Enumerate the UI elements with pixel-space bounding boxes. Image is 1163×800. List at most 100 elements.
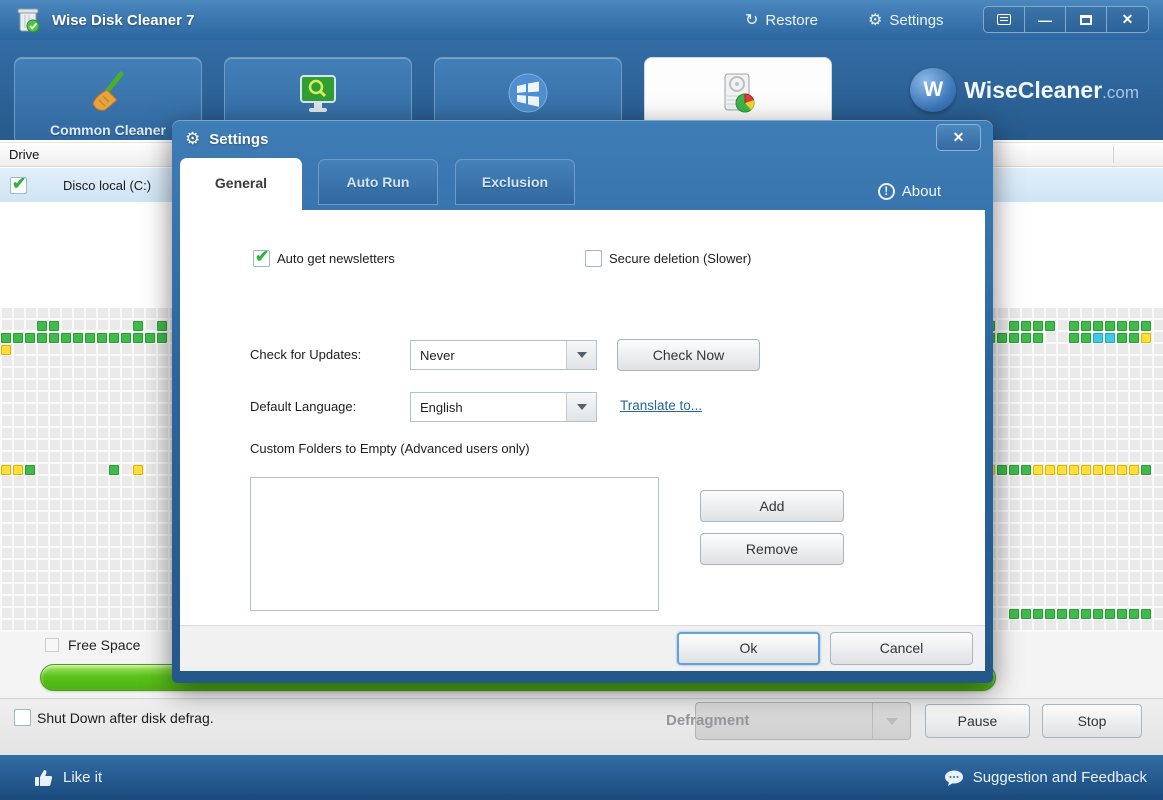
remove-folder-button[interactable]: Remove	[700, 533, 844, 565]
defrag-block	[1009, 321, 1019, 331]
report-icon	[997, 14, 1011, 25]
info-icon: !	[877, 183, 895, 200]
column-divider	[1113, 146, 1114, 163]
close-icon: ✕	[952, 129, 965, 145]
defrag-block	[133, 333, 143, 343]
shutdown-option[interactable]: Shut Down after disk defrag.	[14, 709, 214, 726]
defrag-block	[1129, 333, 1139, 343]
tab-exclusion-label: Exclusion	[481, 174, 549, 190]
restore-button[interactable]: ↻ Restore	[745, 0, 818, 40]
defrag-block	[1141, 333, 1151, 343]
titlebar: Wise Disk Cleaner 7 ↻ Restore ⚙ Settings…	[0, 0, 1163, 40]
close-button[interactable]: ✕	[1107, 7, 1148, 32]
defragment-button[interactable]: Defragment	[666, 702, 911, 740]
drive-checkbox[interactable]	[10, 174, 27, 194]
monitor-search-icon	[300, 75, 336, 112]
default-language-label: Default Language:	[250, 399, 357, 414]
translate-to-link[interactable]: Translate to...	[620, 398, 702, 413]
defrag-block	[1129, 321, 1139, 331]
shutdown-checkbox[interactable]	[14, 709, 31, 726]
defrag-block	[1093, 333, 1103, 343]
defrag-block	[1081, 333, 1091, 343]
remove-label: Remove	[745, 541, 799, 557]
cancel-button[interactable]: Cancel	[830, 632, 973, 665]
defrag-block	[1141, 465, 1151, 475]
auto-newsletters-option[interactable]: Auto get newsletters	[253, 247, 395, 267]
free-space-legend: Free Space	[45, 637, 140, 653]
wisecleaner-brand-link[interactable]: W WiseCleaner.com	[910, 68, 1139, 112]
secure-deletion-option[interactable]: Secure deletion (Slower)	[585, 250, 751, 267]
custom-folders-listbox[interactable]	[250, 477, 659, 611]
check-updates-dropdown[interactable]: Never	[410, 340, 597, 370]
defrag-block	[1093, 321, 1103, 331]
settings-button[interactable]: ⚙ Settings	[868, 0, 944, 40]
broom-icon	[92, 71, 124, 111]
defrag-block	[1045, 609, 1055, 619]
defrag-block	[1033, 609, 1043, 619]
defragment-dropdown[interactable]	[872, 703, 910, 739]
chevron-down-icon	[576, 352, 587, 358]
drive-column-header: Drive	[9, 147, 40, 162]
tab-general[interactable]: General	[180, 158, 302, 210]
defrag-block	[1033, 333, 1043, 343]
drive-name: Disco local (C:)	[63, 177, 152, 193]
dropdown-arrow-button[interactable]	[566, 341, 596, 369]
bottom-bar: Shut Down after disk defrag. Defragment …	[0, 698, 1163, 755]
defrag-block	[1069, 333, 1079, 343]
defrag-block	[25, 465, 35, 475]
defrag-block	[25, 333, 35, 343]
about-label: About	[901, 183, 941, 200]
free-space-label: Free Space	[68, 637, 141, 653]
default-language-value: English	[420, 400, 463, 415]
about-link[interactable]: ! About	[877, 183, 941, 200]
report-button[interactable]	[984, 7, 1025, 32]
defrag-block	[133, 465, 143, 475]
defrag-block	[1081, 321, 1091, 331]
secure-deletion-checkbox[interactable]	[585, 250, 602, 267]
thumbs-up-icon	[35, 769, 53, 786]
check-now-button[interactable]: Check Now	[617, 339, 760, 371]
secure-deletion-label: Secure deletion (Slower)	[609, 251, 752, 266]
settings-dialog: ⚙ Settings ✕ General Auto Run Exclusion …	[172, 120, 993, 683]
defrag-block	[13, 465, 23, 475]
gear-icon: ⚙	[868, 12, 883, 29]
settings-dialog-title: Settings	[209, 130, 269, 148]
ok-button[interactable]: Ok	[677, 632, 820, 665]
defrag-block	[1105, 333, 1115, 343]
add-label: Add	[759, 498, 785, 514]
dialog-close-button[interactable]: ✕	[936, 124, 981, 151]
stop-button[interactable]: Stop	[1042, 704, 1142, 738]
default-language-dropdown[interactable]: English	[410, 392, 597, 422]
defrag-block	[1117, 333, 1127, 343]
pause-button[interactable]: Pause	[925, 704, 1030, 738]
defrag-block	[1117, 465, 1127, 475]
dropdown-arrow-button[interactable]	[566, 393, 596, 421]
tab-exclusion[interactable]: Exclusion	[455, 159, 575, 205]
defrag-block	[1, 465, 11, 475]
disk-pie-icon	[724, 73, 755, 113]
restore-label: Restore	[765, 11, 818, 29]
defrag-block	[1009, 333, 1019, 343]
gear-icon: ⚙	[185, 129, 201, 148]
custom-folders-label: Custom Folders to Empty (Advanced users …	[250, 441, 530, 456]
defrag-block	[1081, 465, 1091, 475]
like-it-link[interactable]: Like it	[34, 755, 102, 800]
defrag-block	[1021, 465, 1031, 475]
defrag-block	[1045, 321, 1055, 331]
auto-newsletters-checkbox[interactable]	[253, 247, 270, 267]
defrag-block	[1033, 465, 1043, 475]
defrag-block	[997, 333, 1007, 343]
feedback-link[interactable]: Suggestion and Feedback	[944, 755, 1147, 800]
wise-disk-cleaner-window: { "window": { "title": "Wise Disk Cleane…	[0, 0, 1163, 800]
tab-auto-run[interactable]: Auto Run	[318, 159, 438, 205]
brand-tld: .com	[1102, 82, 1139, 102]
defrag-block	[1021, 609, 1031, 619]
add-folder-button[interactable]: Add	[700, 490, 844, 522]
minimize-button[interactable]: —	[1025, 7, 1066, 32]
footer-bar: Like it Suggestion and Feedback	[0, 755, 1163, 800]
app-title: Wise Disk Cleaner 7	[52, 11, 195, 29]
stop-label: Stop	[1077, 713, 1107, 729]
defrag-block	[1117, 609, 1127, 619]
maximize-icon	[1080, 14, 1092, 25]
maximize-button[interactable]	[1066, 7, 1107, 32]
